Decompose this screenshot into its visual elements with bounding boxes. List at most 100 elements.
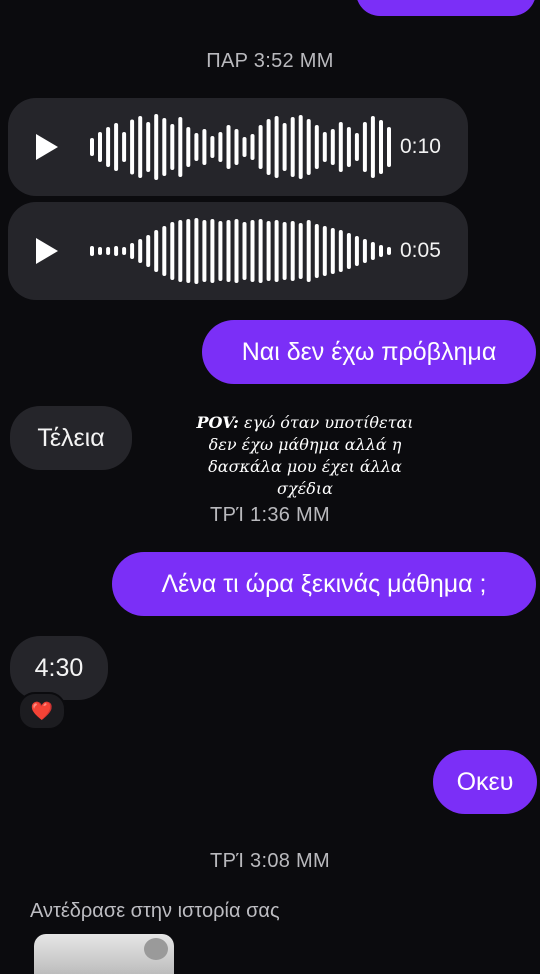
- waveform-bar: [114, 123, 119, 171]
- waveform-bar: [258, 219, 263, 283]
- waveform-bar: [258, 125, 263, 169]
- waveform-bar: [314, 125, 319, 169]
- waveform-bar: [90, 138, 94, 156]
- waveform-bar: [362, 239, 367, 263]
- waveform-bar: [282, 123, 287, 171]
- waveform-bar: [90, 246, 94, 256]
- waveform-bar: [370, 242, 375, 260]
- story-thumbnail[interactable]: [34, 934, 174, 974]
- waveform-bar: [210, 136, 215, 158]
- message-text: Οκευ: [456, 767, 514, 796]
- waveform-bar: [306, 220, 311, 282]
- waveform-bar: [338, 122, 343, 172]
- waveform-bar: [146, 122, 151, 172]
- play-icon[interactable]: [36, 238, 58, 264]
- waveform-bar: [354, 133, 359, 161]
- outgoing-message[interactable]: Λένα τι ώρα ξεκινάς μάθημα ;: [112, 552, 536, 616]
- caption-line: δεν έχω μάθημα αλλά η: [208, 435, 402, 454]
- waveform: [90, 114, 391, 180]
- heart-icon: ❤️: [30, 700, 54, 721]
- waveform-bar: [250, 134, 255, 160]
- waveform-bar: [138, 116, 143, 178]
- waveform-bar: [346, 233, 351, 269]
- outgoing-message[interactable]: Οκευ: [433, 750, 537, 814]
- waveform-bar: [387, 127, 391, 167]
- waveform-bar: [306, 119, 311, 175]
- waveform-bar: [274, 116, 279, 178]
- waveform-bar: [218, 132, 223, 162]
- caption-line: εγώ όταν υποτίθεται: [243, 413, 414, 432]
- waveform-bar: [186, 127, 191, 167]
- waveform-bar: [170, 124, 175, 170]
- waveform-bar: [242, 137, 247, 157]
- waveform-bar: [194, 133, 199, 161]
- waveform-bar: [298, 115, 303, 179]
- waveform-bar: [234, 219, 239, 283]
- waveform-bar: [226, 125, 231, 169]
- waveform-bar: [98, 247, 102, 255]
- waveform-bar: [250, 220, 255, 282]
- outgoing-message[interactable]: Ναι δεν έχω πρόβλημα: [202, 320, 536, 384]
- waveform-bar: [130, 119, 135, 175]
- waveform-bar: [162, 118, 167, 176]
- waveform-bar: [242, 222, 247, 280]
- waveform-bar: [234, 129, 239, 165]
- waveform-bar: [370, 116, 375, 178]
- play-icon[interactable]: [36, 134, 58, 160]
- waveform-bar: [178, 220, 183, 282]
- message-text: Ναι δεν έχω πρόβλημα: [241, 337, 497, 366]
- timestamp: ΠΑΡ 3:52 ΜΜ: [206, 50, 334, 72]
- waveform-bar: [274, 220, 279, 282]
- caption-line: δασκάλα μου έχει άλλα: [208, 457, 402, 476]
- waveform-bar: [266, 221, 271, 281]
- voice-duration: 0:10: [400, 135, 441, 158]
- waveform-bar: [146, 235, 151, 267]
- waveform-bar: [210, 219, 215, 283]
- heart-reaction[interactable]: ❤️: [18, 692, 66, 730]
- message-text: 4:30: [34, 653, 84, 682]
- waveform-bar: [186, 219, 191, 283]
- waveform-bar: [387, 247, 391, 255]
- previous-outgoing-bubble[interactable]: [356, 0, 536, 16]
- message-text: Τέλεια: [37, 423, 105, 452]
- waveform-bar: [106, 247, 111, 255]
- waveform-bar: [122, 132, 127, 162]
- timestamp: ΤΡΊ 3:08 ΜΜ: [210, 850, 330, 872]
- waveform-bar: [346, 127, 351, 167]
- incoming-message[interactable]: Τέλεια: [10, 406, 132, 470]
- waveform-bar: [362, 122, 367, 172]
- waveform-bar: [354, 236, 359, 266]
- waveform-bar: [122, 247, 127, 255]
- waveform-bar: [194, 218, 199, 284]
- waveform-bar: [379, 120, 383, 174]
- waveform-bar: [202, 220, 207, 282]
- incoming-message[interactable]: 4:30: [10, 636, 108, 700]
- waveform-bar: [218, 221, 223, 281]
- waveform-bar: [154, 230, 159, 272]
- waveform-bar: [106, 127, 111, 167]
- caption-line: σχέδια: [277, 479, 333, 498]
- waveform-bar: [154, 114, 159, 180]
- caption-prefix: POV:: [196, 413, 239, 432]
- waveform-bar: [282, 222, 287, 280]
- story-reply-label: Αντέδρασε στην ιστορία σας: [30, 900, 280, 922]
- story-image-detail: [144, 938, 168, 960]
- waveform-bar: [162, 226, 167, 276]
- waveform-bar: [379, 245, 383, 257]
- waveform-bar: [130, 243, 135, 259]
- waveform-bar: [322, 226, 327, 276]
- waveform-bar: [290, 117, 295, 177]
- waveform-bar: [178, 117, 183, 177]
- waveform-bar: [298, 223, 303, 279]
- waveform-bar: [330, 228, 335, 274]
- waveform: [90, 218, 391, 284]
- waveform-bar: [138, 239, 143, 263]
- waveform-bar: [314, 224, 319, 278]
- waveform-bar: [266, 119, 271, 175]
- waveform-bar: [330, 129, 335, 165]
- waveform-bar: [114, 246, 119, 256]
- voice-message[interactable]: 0:10: [8, 98, 468, 196]
- voice-message[interactable]: 0:05: [8, 202, 468, 300]
- waveform-bar: [226, 220, 231, 282]
- voice-duration: 0:05: [400, 239, 441, 262]
